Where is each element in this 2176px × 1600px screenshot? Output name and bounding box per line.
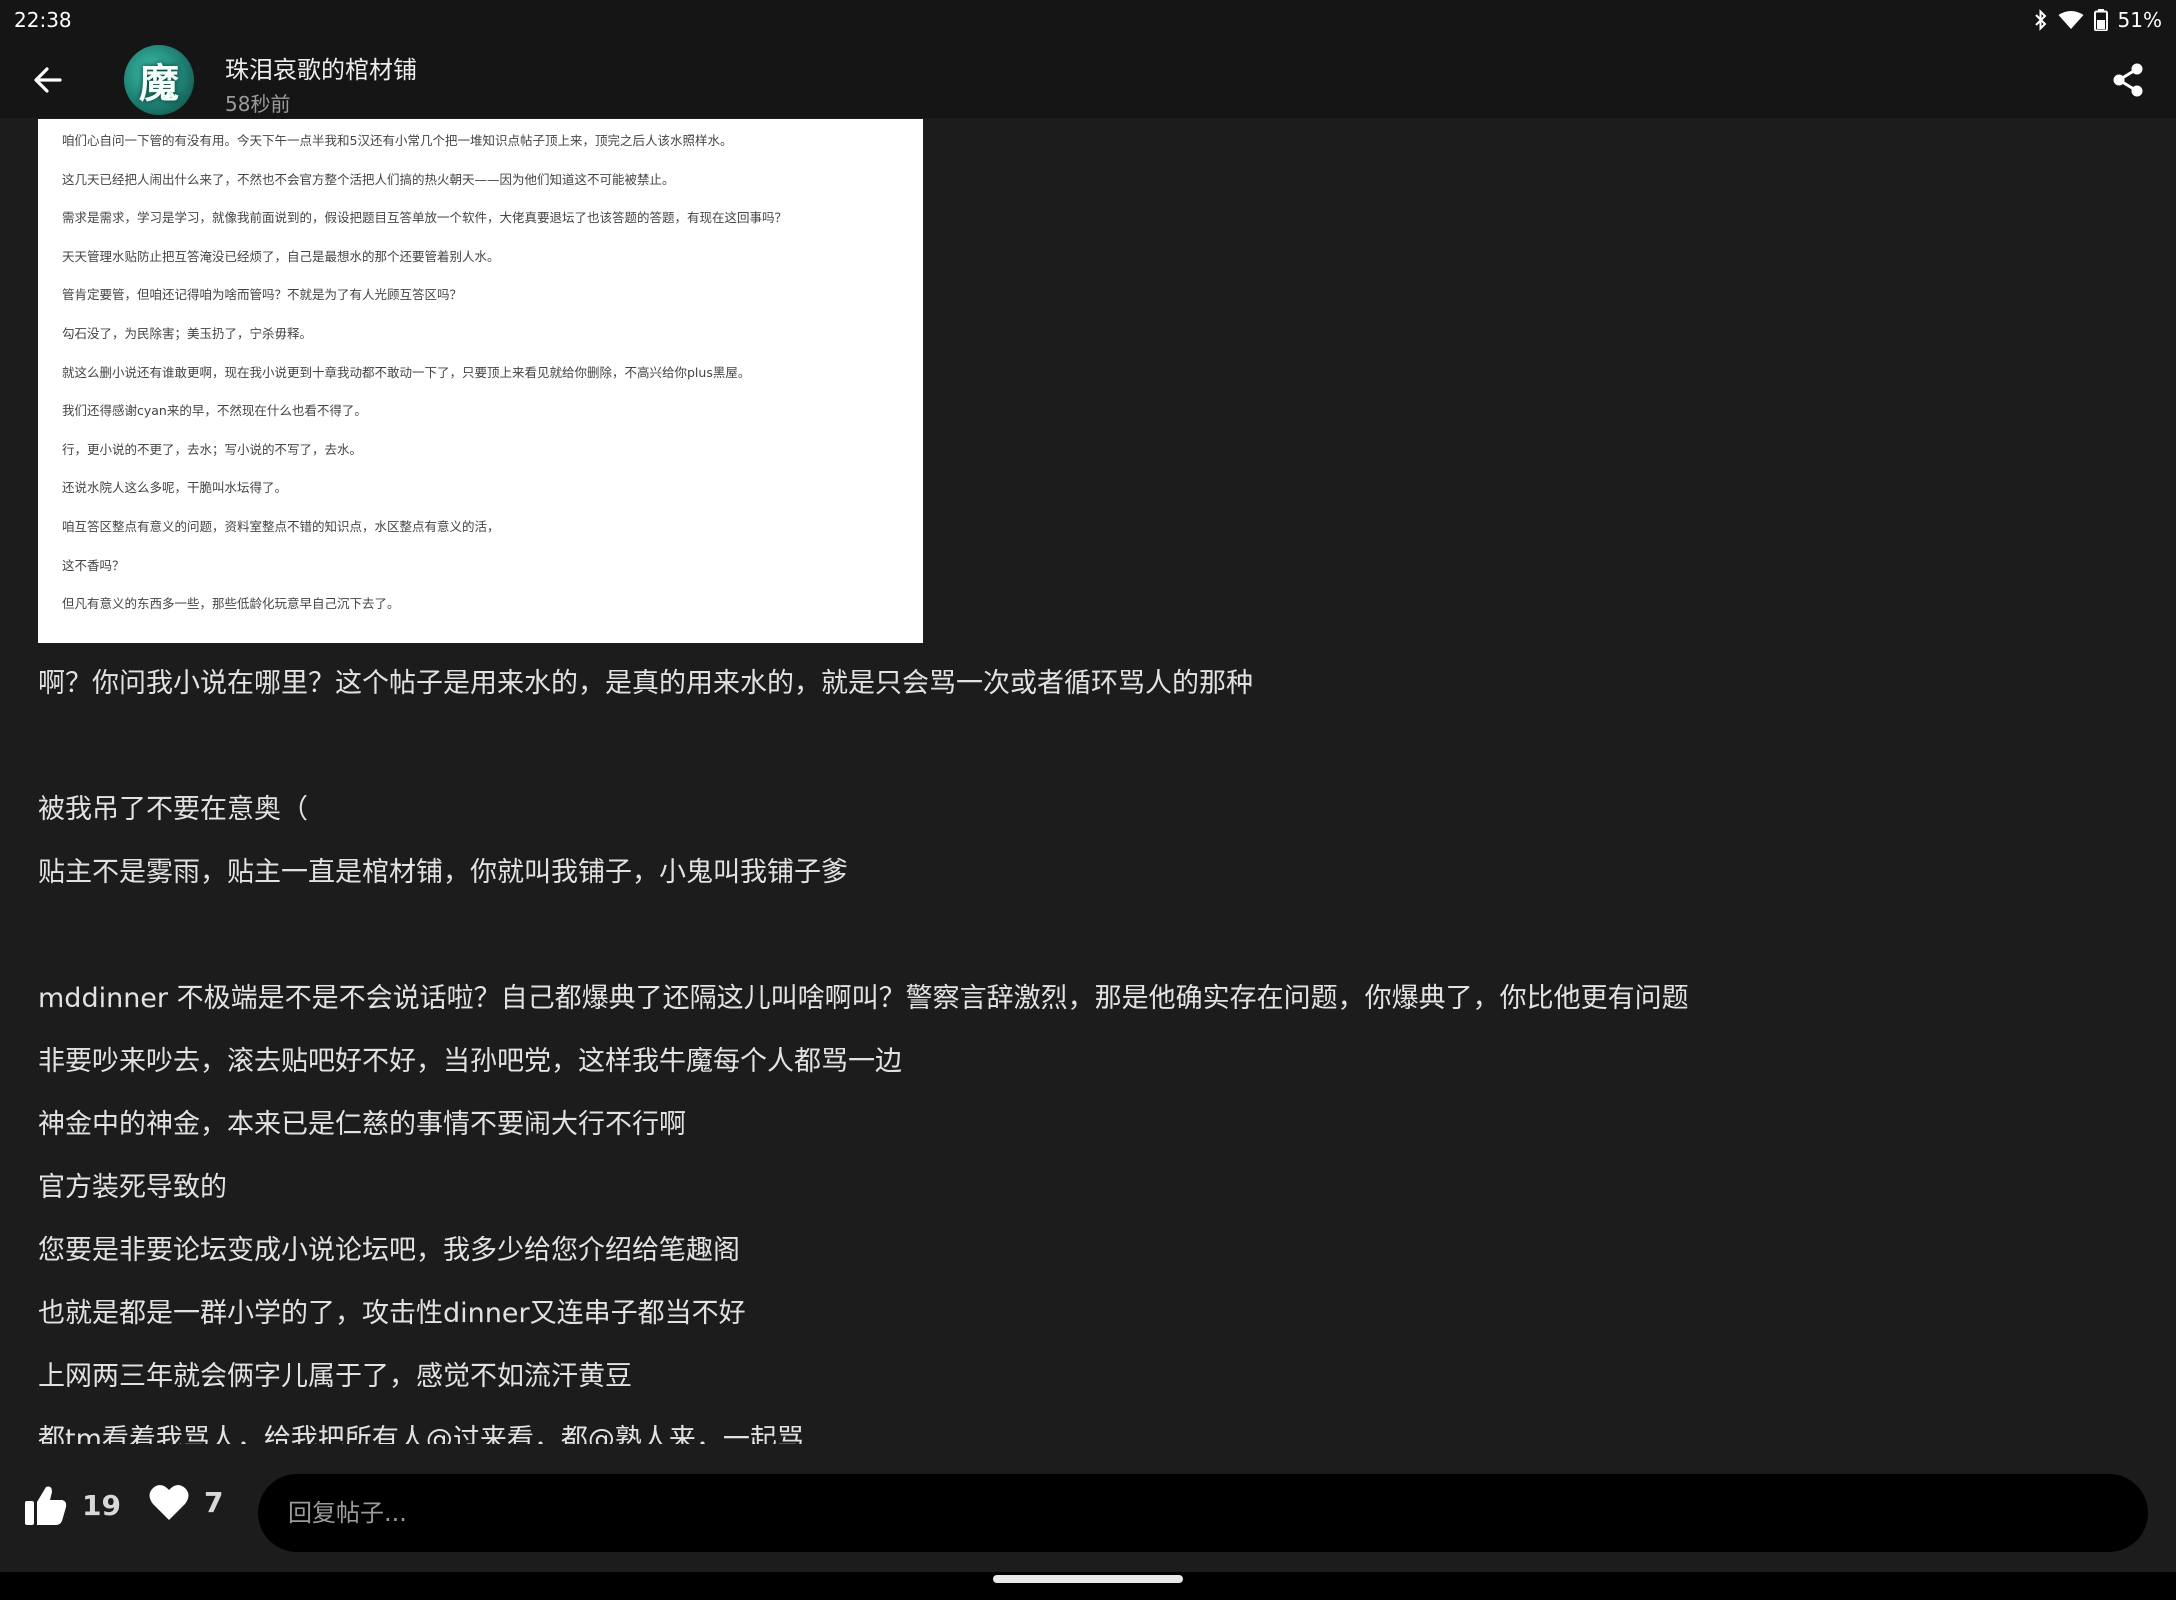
bluetooth-icon	[2034, 9, 2048, 31]
author-name[interactable]: 珠泪哀歌的棺材铺	[225, 50, 417, 85]
like-button[interactable]: 19	[22, 1482, 121, 1528]
quote-line: 咱们心自问一下管的有没有用。今天下午一点半我和5汉还有小常几个把一堆知识点帖子顶…	[62, 133, 733, 148]
status-icons: 51%	[2034, 8, 2162, 32]
arrow-left-icon	[34, 67, 62, 93]
battery-percent: 51%	[2117, 8, 2162, 32]
quote-line: 但凡有意义的东西多一些，那些低龄化玩意早自己沉下去了。	[62, 596, 400, 612]
status-time: 22:38	[14, 8, 72, 32]
quote-line: 这不香吗？	[62, 557, 125, 573]
post-line: 啊？你问我小说在哪里？这个帖子是用来水的，是真的用来水的，就是只会骂一次或者循环…	[38, 668, 1253, 699]
favorite-button[interactable]: 7	[148, 1482, 223, 1522]
status-bar: 22:38 51%	[0, 0, 2176, 40]
avatar[interactable]: 魔	[124, 45, 194, 115]
battery-icon	[2093, 9, 2108, 31]
quote-line: 勾石没了，为民除害；美玉扔了，宁杀毋释。	[62, 325, 313, 341]
quoted-screenshot-image[interactable]: 咱们心自问一下管的有没有用。今天下午一点半我和5汉还有小常几个把一堆知识点帖子顶…	[38, 119, 923, 643]
avatar-glyph: 魔	[139, 60, 179, 107]
post-line	[38, 918, 2148, 981]
quote-line: 需求是需求，学习是学习，就像我前面说到的，假设把题目互答单放一个软件，大佬真要退…	[62, 210, 788, 226]
bottom-action-bar: 19 7	[0, 1444, 2176, 1572]
post-line	[38, 729, 2148, 792]
system-navigation-bar	[0, 1572, 2176, 1600]
quote-line: 我们还得感谢cyan来的早，不然现在什么也看不得了。	[62, 403, 367, 419]
post-content[interactable]: 咱们心自问一下管的有没有用。今天下午一点半我和5汉还有小常几个把一堆知识点帖子顶…	[0, 118, 2176, 1444]
post-line: 也就是都是一群小学的了，攻击性dinner又连串子都当不好	[38, 1298, 746, 1329]
share-button[interactable]	[2106, 58, 2150, 102]
thumbs-up-icon	[25, 1486, 67, 1525]
post-line: 上网两三年就会俩字儿属于了，感觉不如流汗黄豆	[38, 1361, 632, 1392]
post-line: 官方装死导致的	[38, 1172, 227, 1203]
heart-icon	[149, 1484, 189, 1520]
post-line: 您要是非要论坛变成小说论坛吧，我多少给您介绍给笔趣阁	[38, 1235, 740, 1266]
post-line: 都tm看着我骂人，给我把所有人@过来看，都@熟人来，一起骂	[38, 1424, 804, 1444]
favorite-count: 7	[204, 1485, 224, 1519]
quote-line: 还说水院人这么多呢，干脆叫水坛得了。	[62, 480, 288, 496]
share-icon	[2113, 63, 2143, 97]
quote-line: 咱互答区整点有意义的问题，资料室整点不错的知识点，水区整点有意义的活，	[62, 518, 500, 534]
wifi-icon	[2058, 10, 2084, 30]
reply-input[interactable]	[258, 1474, 2148, 1552]
post-line: 被我吊了不要在意奥（	[38, 794, 308, 825]
post-line: mddinner 不极端是不是不会说话啦？自己都爆典了还隔这儿叫啥啊叫？警察言辞…	[38, 983, 1689, 1014]
quote-line: 行，更小说的不更了，去水；写小说的不写了，去水。	[62, 441, 363, 457]
like-count: 19	[82, 1488, 121, 1522]
quote-line: 这几天已经把人闹出什么来了，不然也不会官方整个活把人们搞的热火朝天——因为他们知…	[62, 171, 675, 187]
post-header: 魔 珠泪哀歌的棺材铺 58秒前	[0, 40, 2176, 118]
post-time: 58秒前	[225, 92, 291, 116]
quote-line: 天天管理水贴防止把互答淹没已经烦了，自己是最想水的那个还要管着别人水。	[62, 248, 500, 264]
back-button[interactable]	[26, 58, 70, 102]
post-body: 啊？你问我小说在哪里？这个帖子是用来水的，是真的用来水的，就是只会骂一次或者循环…	[38, 666, 2148, 1444]
home-indicator[interactable]	[993, 1575, 1183, 1583]
post-line: 神金中的神金，本来已是仁慈的事情不要闹大行不行啊	[38, 1109, 686, 1140]
post-line: 贴主不是雾雨，贴主一直是棺材铺，你就叫我铺子，小鬼叫我铺子爹	[38, 857, 848, 888]
post-line: 非要吵来吵去，滚去贴吧好不好，当孙吧党，这样我牛魔每个人都骂一边	[38, 1046, 902, 1077]
quote-line: 管肯定要管，但咱还记得咱为啥而管吗？不就是为了有人光顾互答区吗？	[62, 287, 463, 303]
quote-line: 就这么删小说还有谁敢更啊，现在我小说更到十章我动都不敢动一下了，只要顶上来看见就…	[62, 364, 751, 380]
